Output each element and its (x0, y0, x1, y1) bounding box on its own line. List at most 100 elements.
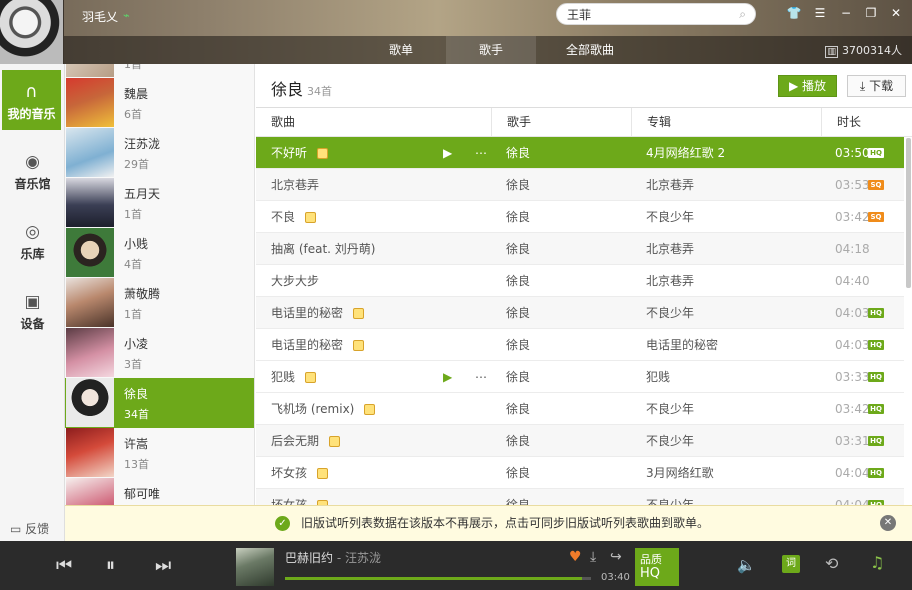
song-artist[interactable]: 徐良 (506, 425, 530, 457)
song-row[interactable]: 犯贱 徐良 犯贱 03:33 HQ ▶ ⋯ (256, 361, 904, 393)
now-playing-artist[interactable]: 汪苏泷 (345, 551, 381, 565)
col-duration[interactable]: 时长 (821, 108, 912, 138)
now-playing-title[interactable]: 巴赫旧约 (285, 551, 333, 565)
col-song[interactable]: 歌曲 (256, 108, 491, 138)
song-row[interactable]: 后会无期 徐良 不良少年 03:31 HQ (256, 425, 904, 457)
repeat-icon[interactable]: ⟲ (825, 554, 838, 573)
quality-button[interactable]: 品质 HQ (635, 548, 679, 586)
row-play-icon[interactable]: ▶ (443, 361, 452, 393)
song-row[interactable]: 电话里的秘密 徐良 不良少年 04:03 HQ (256, 297, 904, 329)
notice-text[interactable]: 旧版试听列表数据在该版本不再展示，点击可同步旧版试听列表歌曲到歌单。 (301, 506, 709, 541)
share-icon[interactable]: ↪ (610, 549, 622, 565)
song-table-scrollbar[interactable] (906, 138, 911, 288)
song-artist[interactable]: 徐良 (506, 169, 530, 201)
notice-bar[interactable]: ✓ 旧版试听列表数据在该版本不再展示，点击可同步旧版试听列表歌曲到歌单。 ✕ (65, 505, 912, 541)
song-row-playing[interactable]: 不好听 徐良 4月网络红歌 2 03:50 HQ ▶ ⋯ (256, 137, 904, 169)
song-title[interactable]: 不好听 (271, 137, 307, 169)
song-artist[interactable]: 徐良 (506, 457, 530, 489)
search-icon[interactable]: ⌕ (739, 7, 746, 22)
restore-icon[interactable]: ❐ (862, 4, 880, 22)
skin-icon[interactable]: 👕 (785, 4, 803, 22)
song-artist[interactable]: 徐良 (506, 233, 530, 265)
nav-my-music[interactable]: ∩ 我的音乐 (2, 70, 61, 130)
song-artist[interactable]: 徐良 (506, 201, 530, 233)
song-title[interactable]: 抽离 (feat. 刘丹萌) (271, 233, 375, 265)
song-row[interactable]: 坏女孩 徐良 3月网络红歌 04:04 HQ (256, 457, 904, 489)
song-album[interactable]: 电话里的秘密 (646, 329, 718, 361)
playlist-icon[interactable]: ♫ (870, 553, 884, 572)
song-row[interactable]: 电话里的秘密 徐良 电话里的秘密 04:03 HQ (256, 329, 904, 361)
artist-item[interactable]: 五月天 1首 (65, 178, 254, 228)
song-row[interactable]: 北京巷弄 徐良 北京巷弄 03:53 SQ (256, 169, 904, 201)
song-title[interactable]: 坏女孩 (271, 457, 307, 489)
nav-music-hall[interactable]: ◉ 音乐馆 (0, 140, 65, 204)
volume-icon[interactable]: 🔈 (737, 556, 756, 574)
next-icon[interactable]: ⏭ (155, 541, 171, 590)
avatar[interactable] (0, 0, 64, 64)
song-album[interactable]: 4月网络红歌 2 (646, 137, 725, 169)
lyrics-button[interactable]: 词 (782, 555, 800, 573)
artist-item[interactable]: 许嵩 13首 (65, 428, 254, 478)
pause-icon[interactable]: ⏸ (106, 541, 115, 590)
song-album[interactable]: 北京巷弄 (646, 233, 694, 265)
minimize-icon[interactable]: − (837, 4, 855, 22)
song-title[interactable]: 电话里的秘密 (271, 329, 343, 361)
song-row[interactable]: 飞机场 (remix) 徐良 不良少年 03:42 HQ (256, 393, 904, 425)
song-artist[interactable]: 徐良 (506, 137, 530, 169)
song-album[interactable]: 不良少年 (646, 425, 694, 457)
song-artist[interactable]: 徐良 (506, 297, 530, 329)
col-album[interactable]: 专辑 (631, 108, 821, 138)
menu-icon[interactable]: ☰ (811, 4, 829, 22)
artist-item[interactable]: 魏晨 6首 (65, 78, 254, 128)
play-all-button[interactable]: ▶ 播放 (778, 75, 837, 97)
tab-artist[interactable]: 歌手 (446, 36, 536, 64)
search-input[interactable] (567, 6, 727, 22)
tab-all-songs[interactable]: 全部歌曲 (550, 36, 630, 64)
album-cover[interactable] (236, 548, 274, 586)
song-artist[interactable]: 徐良 (506, 265, 530, 297)
song-album[interactable]: 3月网络红歌 (646, 457, 714, 489)
tab-playlist[interactable]: 歌单 (370, 36, 432, 64)
song-album[interactable]: 不良少年 (646, 297, 694, 329)
song-row[interactable]: 不良 徐良 不良少年 03:42 SQ (256, 201, 904, 233)
nav-device[interactable]: ▣ 设备 (0, 280, 65, 344)
song-album[interactable]: 犯贱 (646, 361, 670, 393)
download-button[interactable]: ⤓ 下载 (847, 75, 906, 97)
song-title[interactable]: 大步大步 (271, 265, 319, 297)
song-title[interactable]: 电话里的秘密 (271, 297, 343, 329)
search-box[interactable]: ⌕ (556, 3, 756, 25)
username[interactable]: 羽毛乂 (82, 8, 118, 25)
previous-icon[interactable]: ⏮ (56, 541, 72, 590)
song-title[interactable]: 不良 (271, 201, 295, 233)
artist-item[interactable]: 汪苏泷 29首 (65, 128, 254, 178)
song-title[interactable]: 坏女孩 (271, 489, 307, 505)
row-more-icon[interactable]: ⋯ (475, 137, 487, 169)
artist-item[interactable]: 小凌 3首 (65, 328, 254, 378)
row-more-icon[interactable]: ⋯ (475, 361, 487, 393)
row-play-icon[interactable]: ▶ (443, 137, 452, 169)
song-album[interactable]: 不良少年 (646, 393, 694, 425)
col-artist[interactable]: 歌手 (491, 108, 631, 138)
artist-item[interactable]: 1首 (65, 64, 254, 78)
song-album[interactable]: 不良少年 (646, 201, 694, 233)
song-title[interactable]: 北京巷弄 (271, 169, 319, 201)
song-title[interactable]: 飞机场 (remix) (271, 393, 354, 425)
feedback-link[interactable]: ▭ 反馈 (10, 520, 49, 537)
song-row[interactable]: 坏女孩 徐良 不良少年 04:04 HQ (256, 489, 904, 505)
song-artist[interactable]: 徐良 (506, 489, 530, 505)
artist-item[interactable]: 萧敬腾 1首 (65, 278, 254, 328)
song-artist[interactable]: 徐良 (506, 329, 530, 361)
close-notice-icon[interactable]: ✕ (880, 515, 896, 531)
close-icon[interactable]: ✕ (887, 4, 905, 22)
song-title[interactable]: 犯贱 (271, 361, 295, 393)
progress-bar[interactable] (285, 577, 591, 580)
artist-item[interactable]: 小贱 4首 (65, 228, 254, 278)
song-row[interactable]: 抽离 (feat. 刘丹萌) 徐良 北京巷弄 04:18 (256, 233, 904, 265)
song-row[interactable]: 大步大步 徐良 北京巷弄 04:40 (256, 265, 904, 297)
song-album[interactable]: 不良少年 (646, 489, 694, 505)
heart-icon[interactable]: ♥ (569, 549, 582, 565)
artist-item[interactable]: 郁可唯 (65, 478, 254, 505)
song-title[interactable]: 后会无期 (271, 425, 319, 457)
download-icon[interactable]: ⤓ (590, 549, 596, 565)
song-artist[interactable]: 徐良 (506, 361, 530, 393)
